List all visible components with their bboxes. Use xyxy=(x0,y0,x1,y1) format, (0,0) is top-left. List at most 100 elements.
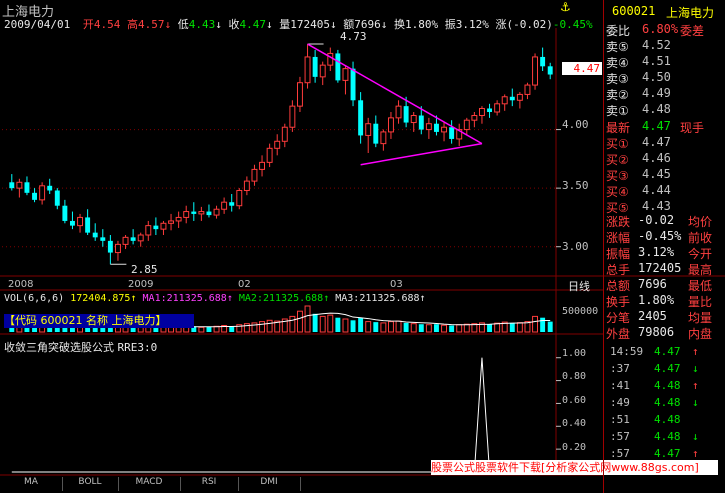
low-value: 4.43 xyxy=(188,18,216,31)
candle-body xyxy=(191,211,197,214)
candle-body xyxy=(77,216,84,227)
candle-body xyxy=(62,205,68,221)
triangle-pattern xyxy=(307,43,483,166)
vol-label: 量 xyxy=(279,18,291,31)
period-label[interactable]: 日线 xyxy=(568,278,590,294)
ask-price: 4.51 xyxy=(642,54,671,68)
candle-body xyxy=(532,56,539,86)
candle-body xyxy=(319,64,326,78)
amplitude-value: 3.12% xyxy=(455,18,489,31)
candle-body xyxy=(540,56,546,67)
candle-body xyxy=(122,236,129,245)
tick-price: 4.48 xyxy=(654,396,681,409)
candle-body xyxy=(547,66,553,75)
tick-time: :49 xyxy=(610,396,630,409)
tick-price: 4.47 xyxy=(654,345,681,358)
ask-label: 卖④ xyxy=(606,56,629,70)
volume-bar xyxy=(365,321,372,333)
volume-bar xyxy=(463,323,470,333)
stat-value: -0.02 xyxy=(638,213,675,227)
candle-body xyxy=(281,126,288,142)
candle-body xyxy=(395,105,402,119)
tab-ma[interactable]: MA xyxy=(0,477,63,491)
volume-bar xyxy=(547,321,553,332)
ask-row: 卖③ 4.50 xyxy=(604,70,722,86)
candle-body xyxy=(335,53,341,81)
volume-bar xyxy=(373,322,379,332)
tab-boll[interactable]: BOLL xyxy=(62,477,119,491)
candle-body xyxy=(229,202,235,206)
vol-ma2: MA2:211325.688 xyxy=(238,293,324,304)
volume-bar xyxy=(403,322,409,332)
ind-tick: 0.40 xyxy=(562,418,587,429)
volume-bar xyxy=(540,317,546,332)
volume-bar xyxy=(229,326,235,332)
candle-body xyxy=(24,182,30,193)
latest-value: 4.47 xyxy=(642,119,671,133)
volume-bar xyxy=(516,322,523,333)
stat-row: 振幅 3.12% 今开 xyxy=(604,245,722,261)
candle-body xyxy=(107,240,113,253)
stat-label-2: 最低 xyxy=(688,279,713,293)
candle-body xyxy=(183,211,190,218)
ind-tick: 1.00 xyxy=(562,348,587,359)
tick-row: :49 4.48 ↓ xyxy=(604,396,722,413)
stat-value: 3.12% xyxy=(638,245,675,259)
candle-body xyxy=(206,211,212,216)
tab-rsi[interactable]: RSI xyxy=(180,477,239,491)
tab-macd[interactable]: MACD xyxy=(118,477,181,491)
vol-value: 172405 xyxy=(290,18,330,31)
candle-body xyxy=(373,123,379,144)
volume-bar xyxy=(433,324,439,332)
tick-time: :57 xyxy=(610,447,630,460)
vol-ma1: MA1:211325.688 xyxy=(142,293,227,304)
candle-body xyxy=(403,106,409,123)
down-arrow-icon: ↓ xyxy=(692,430,699,443)
stat-value: 2405 xyxy=(638,309,667,323)
high-label: 高 xyxy=(126,18,138,31)
bid-price: 4.46 xyxy=(642,151,671,165)
stat-value: -0.45% xyxy=(638,229,682,243)
candle-body xyxy=(516,93,523,101)
bid-price: 4.43 xyxy=(642,199,671,213)
candle-body xyxy=(358,100,364,136)
amplitude-label: 振 xyxy=(444,18,456,31)
volume-bar xyxy=(85,327,91,332)
tab-dmi[interactable]: DMI xyxy=(238,477,301,491)
volume-bar xyxy=(487,324,493,332)
candle-body xyxy=(9,182,15,189)
down-arrow-icon: ↓ xyxy=(265,18,273,31)
volume-bar xyxy=(350,320,356,332)
candle-body xyxy=(153,225,159,230)
bid-price: 4.44 xyxy=(642,183,671,197)
candle-body xyxy=(312,56,318,77)
candle-body xyxy=(160,222,167,230)
indicator-line xyxy=(11,357,561,473)
bid-price: 4.45 xyxy=(642,167,671,181)
stat-label-2: 内盘 xyxy=(688,327,713,341)
candle-body xyxy=(114,243,121,254)
down-arrow-icon: ↓ xyxy=(329,18,337,31)
candle-body xyxy=(243,180,250,191)
low-label: 低 xyxy=(177,18,189,31)
candle-body xyxy=(487,108,493,112)
candle-body xyxy=(47,185,53,191)
tick-time: :57 xyxy=(610,430,630,443)
candle-body xyxy=(274,140,281,149)
anchor-icon[interactable]: ⚓ xyxy=(560,0,571,14)
stat-row: 总手 172405 最高 xyxy=(604,261,722,277)
volume-bar xyxy=(395,320,402,333)
stat-value: 7696 xyxy=(638,277,667,291)
candle-body xyxy=(168,220,175,224)
up-arrow-icon: ↑ xyxy=(130,293,137,304)
down-arrow-icon: ↓ xyxy=(692,396,699,409)
price-tick: 3.00 xyxy=(562,240,589,253)
vol-ma3: MA3:211325.688 xyxy=(335,293,420,304)
bid-row: 买② 4.46 xyxy=(604,151,722,167)
tick-row: 14:59 4.47 ↑ xyxy=(604,345,722,362)
up-arrow-icon: ↑ xyxy=(419,293,426,304)
ask-label: 卖② xyxy=(606,88,629,102)
stat-label: 分笔 xyxy=(606,311,631,325)
up-arrow-icon: ↑ xyxy=(692,447,699,460)
ask-price: 4.49 xyxy=(642,86,671,100)
